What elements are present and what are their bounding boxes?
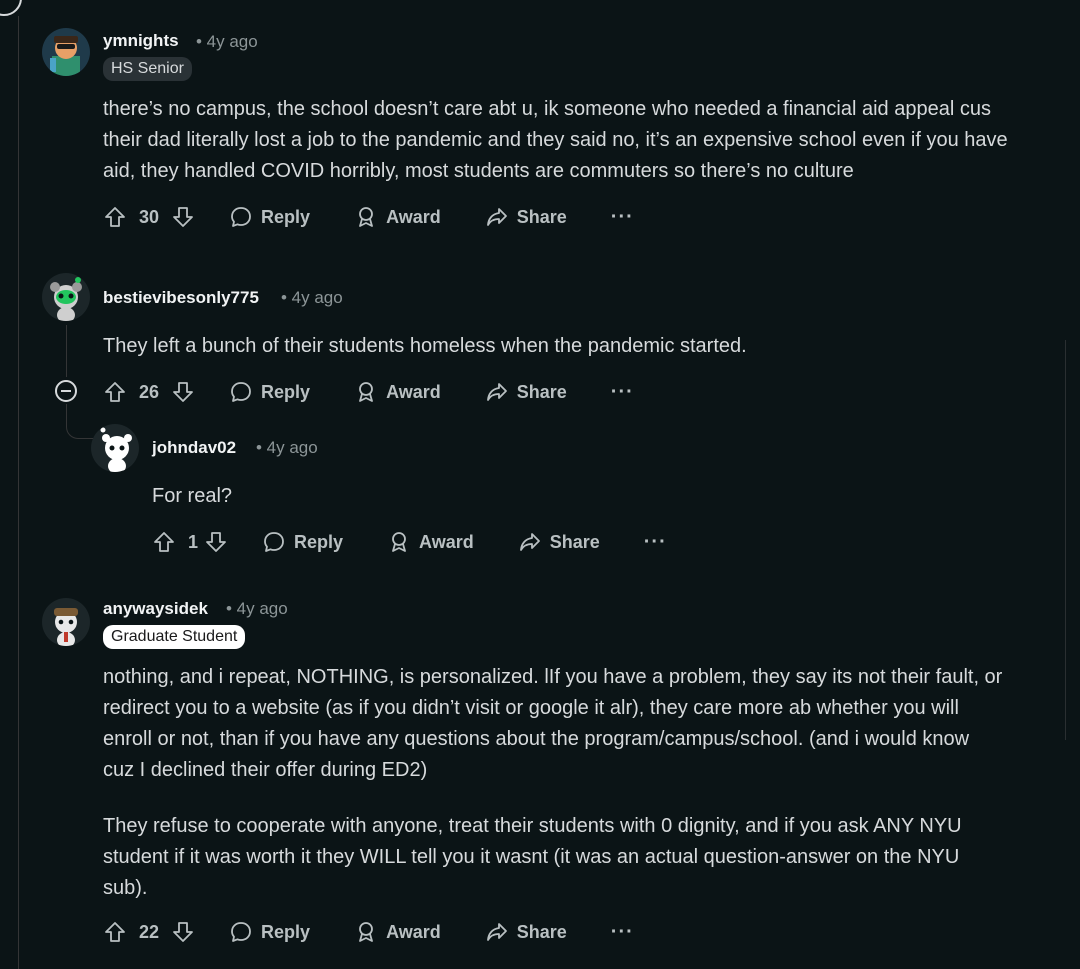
scrollbar-track[interactable] — [1065, 340, 1080, 740]
downvote-icon[interactable] — [171, 205, 195, 229]
user-flair: Graduate Student — [103, 625, 246, 649]
award-icon — [359, 922, 373, 942]
award-button[interactable]: Award — [387, 530, 474, 554]
vote-count: 30 — [139, 206, 160, 227]
upvote-icon[interactable] — [103, 380, 127, 404]
username[interactable]: ymnights — [103, 31, 179, 51]
share-arrow-icon — [486, 923, 507, 941]
thread-branch — [66, 404, 95, 439]
award-button[interactable]: Award — [354, 205, 441, 229]
vote-group: 22 — [103, 920, 195, 944]
award-button[interactable]: Award — [354, 380, 441, 404]
collapse-minus-icon[interactable] — [55, 380, 77, 402]
timestamp[interactable]: • 4y ago — [256, 438, 318, 458]
user-avatar-icon — [100, 427, 132, 472]
avatar[interactable] — [91, 424, 139, 472]
reply-label: Reply — [261, 206, 311, 227]
comment-actions: 30 Reply Award Share ··· — [103, 199, 634, 235]
timestamp[interactable]: • 4y ago — [226, 599, 288, 619]
vote-group: 30 — [103, 205, 195, 229]
comment-bubble-icon — [264, 532, 284, 552]
reply-button[interactable]: Reply — [262, 530, 343, 554]
more-options-button[interactable]: ··· — [611, 381, 634, 404]
comment-paragraph: nothing, and i repeat, NOTHING, is perso… — [103, 666, 1003, 781]
share-arrow-icon — [519, 533, 540, 551]
award-label: Award — [386, 206, 441, 227]
comment-bubble-icon — [231, 207, 251, 227]
timestamp[interactable]: • 4y ago — [281, 288, 343, 308]
share-label: Share — [516, 921, 567, 942]
downvote-icon[interactable] — [204, 530, 228, 554]
comment-paragraph: They left a bunch of their students home… — [103, 335, 747, 357]
reply-label: Reply — [261, 381, 311, 402]
more-options-button[interactable]: ··· — [611, 206, 634, 229]
avatar[interactable] — [42, 598, 90, 646]
share-button[interactable]: Share — [485, 205, 567, 229]
avatar[interactable] — [42, 273, 90, 321]
upvote-icon[interactable] — [103, 205, 127, 229]
downvote-icon[interactable] — [171, 920, 195, 944]
user-avatar-icon — [50, 277, 82, 321]
user-avatar-icon — [50, 36, 80, 76]
more-options-button[interactable]: ··· — [644, 531, 667, 554]
share-arrow-icon — [486, 208, 507, 226]
comment-paragraph: They refuse to cooperate with anyone, tr… — [103, 815, 962, 899]
comment-paragraph: there’s no campus, the school doesn’t ca… — [103, 98, 1008, 182]
award-label: Award — [386, 921, 441, 942]
more-options-button[interactable]: ··· — [611, 921, 634, 944]
award-icon — [392, 532, 406, 552]
comment-body: there’s no campus, the school doesn’t ca… — [103, 94, 1033, 212]
comment-actions: 1 Reply Award Share ··· — [152, 524, 667, 560]
reply-button[interactable]: Reply — [229, 380, 310, 404]
share-button[interactable]: Share — [518, 530, 600, 554]
comment-actions: 26 Reply Award Share ··· — [103, 374, 634, 410]
award-label: Award — [419, 531, 474, 552]
thread-line — [18, 16, 19, 969]
vote-count: 22 — [139, 921, 160, 942]
vote-count: 26 — [139, 381, 160, 402]
award-button[interactable]: Award — [354, 920, 441, 944]
user-flair: HS Senior — [103, 57, 192, 81]
share-arrow-icon — [486, 383, 507, 401]
downvote-icon[interactable] — [171, 380, 195, 404]
award-icon — [359, 382, 373, 402]
reply-button[interactable]: Reply — [229, 205, 310, 229]
share-label: Share — [516, 381, 567, 402]
comment-body: nothing, and i repeat, NOTHING, is perso… — [103, 662, 1003, 929]
share-label: Share — [516, 206, 567, 227]
username[interactable]: bestievibesonly775 — [103, 288, 259, 308]
reply-button[interactable]: Reply — [229, 920, 310, 944]
timestamp[interactable]: • 4y ago — [196, 32, 258, 52]
award-label: Award — [386, 381, 441, 402]
avatar[interactable] — [42, 28, 90, 76]
reply-label: Reply — [261, 921, 311, 942]
comment-bubble-icon — [231, 382, 251, 402]
reply-label: Reply — [294, 531, 344, 552]
share-button[interactable]: Share — [485, 920, 567, 944]
thread-line — [66, 325, 67, 377]
comment-paragraph: For real? — [152, 485, 233, 507]
upvote-icon[interactable] — [152, 530, 176, 554]
share-button[interactable]: Share — [485, 380, 567, 404]
vote-group: 26 — [103, 380, 195, 404]
vote-count: 1 — [188, 531, 199, 552]
comment-bubble-icon — [231, 922, 251, 942]
collapse-thread-icon[interactable] — [0, 0, 22, 16]
award-icon — [359, 207, 373, 227]
share-label: Share — [549, 531, 600, 552]
comment-actions: 22 Reply Award Share ··· — [103, 914, 634, 950]
username[interactable]: anywaysidek — [103, 599, 208, 619]
user-avatar-icon — [54, 608, 78, 646]
username[interactable]: johndav02 — [152, 438, 236, 458]
vote-group: 1 — [152, 530, 228, 554]
upvote-icon[interactable] — [103, 920, 127, 944]
